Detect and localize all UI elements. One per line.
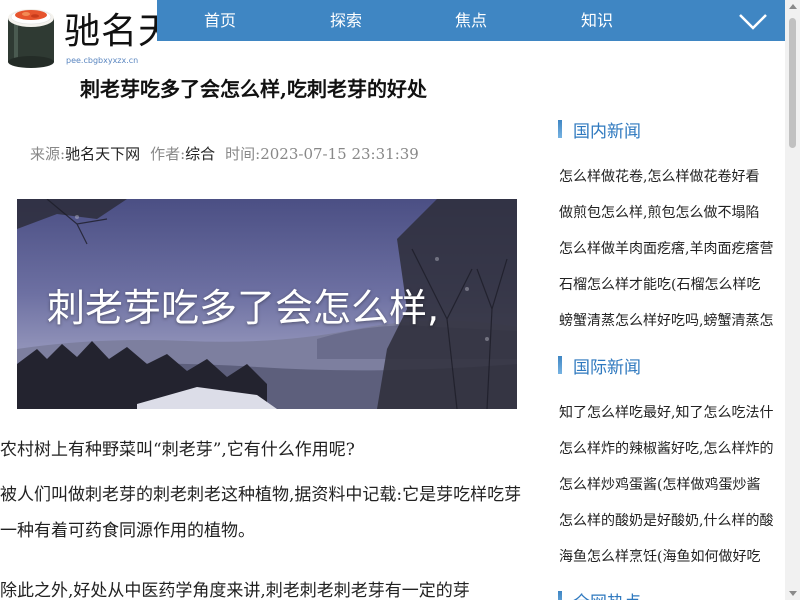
author-label: 作者: — [150, 145, 186, 163]
sidebar-news-link[interactable]: 做煎包怎么样,煎包怎么做不塌陷 — [559, 202, 773, 222]
sidebar-section-hot: 全网热点 — [558, 590, 641, 600]
sidebar-news-link[interactable]: 石榴怎么样才能吃(石榴怎么样吃 — [559, 274, 773, 294]
site-domain: pee.cbgbxyxzx.cn — [66, 56, 139, 65]
sidebar-section-international: 国际新闻 — [558, 353, 641, 378]
sidebar-news-link[interactable]: 怎么样做花卷,怎么样做花卷好看 — [559, 166, 773, 186]
site-title: 驰名天 — [64, 11, 160, 52]
source-value: 驰名天下网 — [65, 145, 141, 163]
main-nav: 首页 探索 焦点 知识 — [157, 0, 785, 41]
author-value: 综合 — [185, 145, 216, 163]
sidebar-news-link[interactable]: 海鱼怎么样烹饪(海鱼如何做好吃 — [559, 546, 773, 566]
time-label: 时间: — [225, 145, 261, 163]
sidebar-news-link[interactable]: 怎么样炒鸡蛋酱(怎样做鸡蛋炒酱 — [559, 474, 773, 494]
nav-item-knowledge[interactable]: 知识 — [581, 0, 613, 41]
sidebar-section-domestic: 国内新闻 — [558, 117, 641, 142]
section-title[interactable]: 国际新闻 — [573, 353, 641, 378]
section-title[interactable]: 国内新闻 — [573, 117, 641, 142]
section-bar — [558, 120, 562, 138]
sidebar-news-link[interactable]: 怎么样炸的辣椒酱好吃,怎么样炸的 — [559, 438, 773, 458]
sushi-roll-icon — [8, 9, 54, 68]
hero-caption: 刺老芽吃多了会怎么样, — [47, 286, 440, 330]
nav-item-focus[interactable]: 焦点 — [455, 0, 487, 41]
sidebar-news-link[interactable]: 螃蟹清蒸怎么样好吃吗,螃蟹清蒸怎 — [559, 310, 773, 330]
nav-item-home[interactable]: 首页 — [204, 0, 236, 41]
page-scrollbar[interactable] — [785, 0, 800, 600]
hero-image: 刺老芽吃多了会怎么样, — [17, 199, 517, 409]
article-paragraph: 农村树上有种野菜叫“刺老芽”,它有什么作用呢? — [0, 440, 355, 460]
section-bar — [558, 356, 562, 374]
sidebar-news-link[interactable]: 知了怎么样吃最好,知了怎么吃法什 — [559, 402, 773, 422]
article-title: 刺老芽吃多了会怎么样,吃刺老芽的好处 — [80, 77, 427, 101]
section-title[interactable]: 全网热点 — [573, 588, 641, 600]
site-logo[interactable]: 驰名天 pee.cbgbxyxzx.cn — [0, 0, 160, 72]
source-label: 来源: — [30, 145, 66, 163]
sidebar-news-link[interactable]: 怎么样的酸奶是好酸奶,什么样的酸 — [559, 510, 773, 530]
section-bar — [558, 591, 562, 600]
chevron-down-icon[interactable] — [737, 8, 769, 34]
article-meta: 来源:驰名天下网 作者:综合 时间:2023-07-15 23:31:39 — [30, 143, 419, 164]
nav-item-explore[interactable]: 探索 — [330, 0, 362, 41]
scroll-up-icon[interactable] — [789, 4, 797, 9]
sidebar-news-link[interactable]: 怎么样做羊肉面疙瘩,羊肉面疙瘩营 — [559, 238, 773, 258]
article-paragraph: 除此之外,好处从中医药学角度来讲,刺老刺老刺老芽有一定的芽 — [0, 581, 470, 600]
article-paragraph: 被人们叫做刺老芽的刺老刺老这种植物,据资料中记载:它是芽吃样吃芽一种有着可药食同… — [0, 485, 522, 541]
time-value: 2023-07-15 23:31:39 — [260, 145, 419, 163]
scroll-thumb[interactable] — [789, 18, 796, 148]
scroll-down-icon[interactable] — [789, 591, 797, 596]
